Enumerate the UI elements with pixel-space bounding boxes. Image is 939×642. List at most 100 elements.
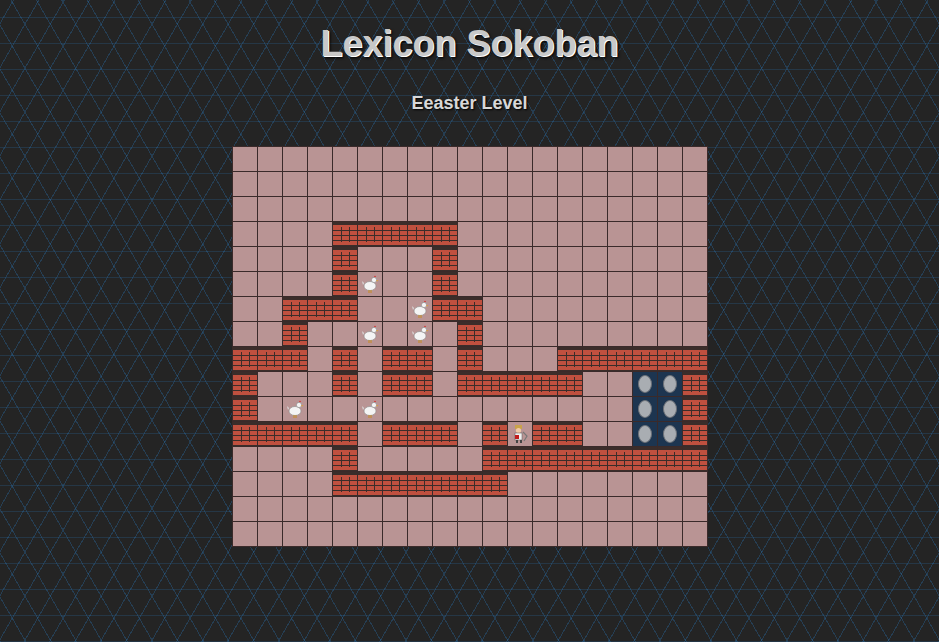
floor-tile — [383, 197, 408, 222]
floor-tile — [283, 522, 308, 547]
wall-tile — [683, 347, 708, 372]
floor-tile — [533, 147, 558, 172]
chicken-box[interactable] — [283, 397, 308, 422]
floor-tile — [633, 197, 658, 222]
floor-tile — [583, 322, 608, 347]
player-icon — [510, 424, 530, 444]
floor-tile — [583, 297, 608, 322]
floor-tile — [658, 272, 683, 297]
wall-tile — [633, 347, 658, 372]
floor-tile — [333, 322, 358, 347]
floor-tile — [383, 297, 408, 322]
floor-tile — [633, 247, 658, 272]
wall-tile — [283, 347, 308, 372]
wall-tile — [433, 247, 458, 272]
level-name: Eeaster Level — [411, 92, 527, 114]
wall-tile — [308, 297, 333, 322]
wall-tile — [333, 272, 358, 297]
floor-tile — [558, 247, 583, 272]
floor-tile — [583, 397, 608, 422]
floor-tile — [483, 322, 508, 347]
floor-tile — [258, 272, 283, 297]
wall-tile — [358, 472, 383, 497]
wall-tile — [333, 372, 358, 397]
floor-tile — [608, 472, 633, 497]
floor-tile — [283, 447, 308, 472]
floor-tile — [458, 497, 483, 522]
floor-tile — [333, 497, 358, 522]
floor-tile — [458, 172, 483, 197]
floor-tile — [558, 472, 583, 497]
wall-tile — [608, 347, 633, 372]
egg-goal — [658, 372, 683, 397]
wall-tile — [233, 372, 258, 397]
chicken-box[interactable] — [408, 322, 433, 347]
floor-tile — [608, 297, 633, 322]
wall-tile — [533, 372, 558, 397]
wall-tile — [283, 297, 308, 322]
floor-tile — [308, 522, 333, 547]
floor-tile — [408, 197, 433, 222]
floor-tile — [583, 422, 608, 447]
chicken-box[interactable] — [358, 322, 383, 347]
wall-tile — [333, 422, 358, 447]
floor-tile — [608, 372, 633, 397]
floor-tile — [433, 147, 458, 172]
floor-tile — [508, 272, 533, 297]
wall-tile — [383, 372, 408, 397]
floor-tile — [383, 272, 408, 297]
wall-tile — [233, 422, 258, 447]
floor-tile — [608, 222, 633, 247]
floor-tile — [658, 247, 683, 272]
floor-tile — [683, 297, 708, 322]
floor-tile — [583, 372, 608, 397]
wall-tile — [583, 347, 608, 372]
chicken-box[interactable] — [358, 397, 383, 422]
wall-tile — [408, 472, 433, 497]
player[interactable] — [508, 422, 533, 447]
floor-tile — [508, 197, 533, 222]
wall-tile — [608, 447, 633, 472]
floor-tile — [608, 397, 633, 422]
chicken-box[interactable] — [408, 297, 433, 322]
floor-tile — [433, 447, 458, 472]
wall-tile — [233, 397, 258, 422]
floor-tile — [683, 522, 708, 547]
wall-tile — [558, 422, 583, 447]
floor-tile — [458, 222, 483, 247]
floor-tile — [458, 447, 483, 472]
wall-tile — [683, 422, 708, 447]
floor-tile — [558, 222, 583, 247]
floor-tile — [283, 147, 308, 172]
wall-tile — [683, 447, 708, 472]
wall-tile — [383, 472, 408, 497]
floor-tile — [308, 497, 333, 522]
wall-tile — [683, 397, 708, 422]
floor-tile — [258, 522, 283, 547]
chicken-icon — [360, 274, 380, 294]
floor-tile — [583, 472, 608, 497]
egg-goal — [633, 422, 658, 447]
chicken-icon — [360, 324, 380, 344]
wall-tile — [458, 472, 483, 497]
floor-tile — [283, 497, 308, 522]
floor-tile — [483, 272, 508, 297]
floor-tile — [558, 397, 583, 422]
floor-tile — [283, 372, 308, 397]
wall-tile — [408, 422, 433, 447]
floor-tile — [333, 172, 358, 197]
wall-tile — [458, 322, 483, 347]
floor-tile — [583, 272, 608, 297]
chicken-box[interactable] — [358, 272, 383, 297]
game-board[interactable] — [232, 146, 708, 547]
floor-tile — [258, 197, 283, 222]
floor-tile — [458, 272, 483, 297]
floor-tile — [408, 172, 433, 197]
floor-tile — [683, 322, 708, 347]
chicken-icon — [410, 324, 430, 344]
wall-tile — [433, 422, 458, 447]
floor-tile — [283, 197, 308, 222]
wall-tile — [383, 222, 408, 247]
floor-tile — [508, 222, 533, 247]
floor-tile — [608, 522, 633, 547]
